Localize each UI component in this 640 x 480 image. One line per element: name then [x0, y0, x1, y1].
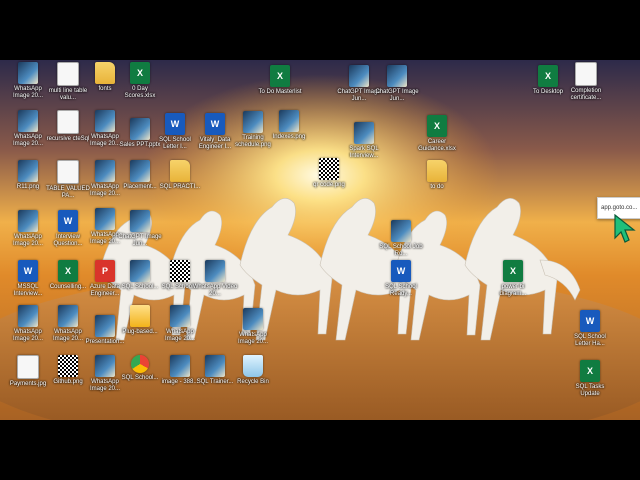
image-file-icon — [95, 160, 115, 182]
desktop-icon[interactable]: Indexes.png — [266, 110, 312, 141]
word-file-icon: W — [391, 260, 411, 282]
desktop-icon[interactable]: ChatGPT Image Jun... — [117, 210, 163, 248]
image-file-icon — [95, 355, 115, 377]
desktop-icon-label: qr code.png — [313, 182, 345, 188]
desktop-icon-label: SQL School Ready... — [385, 284, 417, 297]
desktop-icon[interactable]: SQL School Job Ro... — [378, 220, 424, 258]
folder-icon — [170, 160, 190, 182]
excel-file-icon: X — [503, 260, 523, 282]
desktop-icon-label: WhatsApp Image 20... — [164, 329, 196, 342]
image-file-icon — [58, 305, 78, 327]
desktop-icon[interactable]: X SQL Tasks Update — [567, 360, 613, 398]
word-file-icon: W — [165, 113, 185, 135]
desktop-icon-label: To Do Masterlist — [258, 89, 302, 95]
image-file-icon — [18, 62, 38, 84]
desktop-icon-label: SQL PRACTI... — [159, 184, 201, 190]
desktop-icon[interactable]: W SQL School Ready... — [378, 260, 424, 298]
image-file-icon — [18, 110, 38, 132]
image-file-icon — [130, 260, 150, 282]
desktop-icon[interactable]: WhatsApp Image 20... — [157, 305, 203, 343]
document-file-icon — [57, 160, 79, 184]
desktop-icon[interactable]: Spark SQL Interview... — [341, 122, 387, 160]
image-file-icon — [95, 208, 115, 230]
qr-code-icon — [58, 355, 78, 377]
qr-code-icon — [170, 260, 190, 282]
pdf-file-icon: P — [95, 260, 115, 282]
excel-file-icon: X — [538, 65, 558, 87]
excel-file-icon: X — [58, 260, 78, 282]
desktop-icon[interactable]: W SQL School Letter Ha... — [567, 310, 613, 348]
desktop-icon[interactable]: Completion certificate... — [563, 62, 609, 102]
desktop-icon-label: 0 Day Scores.xlsx — [124, 86, 156, 99]
qr-code-icon — [319, 158, 339, 180]
desktop-icon[interactable]: qr code.png — [306, 158, 352, 189]
desktop-icon-label: ChatGPT Image Jun... — [118, 234, 162, 247]
desktop-icon-label: SQL Tasks Update — [575, 384, 605, 397]
desktop-icon-label: Career Guidance.xlsx — [418, 139, 456, 152]
desktop-icon[interactable]: ChatGPT Image Jun... — [374, 65, 420, 103]
desktop-icon[interactable]: X Career Guidance.xlsx — [414, 115, 460, 153]
image-file-icon — [354, 122, 374, 144]
desktop-icon-label: Completion certificate... — [570, 88, 602, 101]
image-file-icon — [205, 355, 225, 377]
excel-file-icon: X — [130, 62, 150, 84]
image-file-icon — [391, 220, 411, 242]
desktop-icon-label: to do — [430, 184, 444, 190]
image-file-icon — [170, 355, 190, 377]
desktop-icon[interactable]: WhatsApp Image 20... — [230, 308, 276, 346]
image-file-icon — [243, 111, 263, 133]
word-file-icon: W — [58, 210, 78, 232]
folder-icon — [427, 160, 447, 182]
document-file-icon — [57, 62, 79, 86]
word-file-icon: W — [18, 260, 38, 282]
image-file-icon — [387, 65, 407, 87]
desktop-icon-label: WhatsApp Image 20... — [237, 332, 269, 345]
image-file-icon — [349, 65, 369, 87]
desktop-icon[interactable]: to do — [414, 160, 460, 191]
excel-file-icon: X — [427, 115, 447, 137]
document-file-icon — [17, 355, 39, 379]
popup-text: app.goto.co... — [601, 205, 638, 211]
image-file-icon — [243, 308, 263, 330]
word-file-icon: W — [205, 113, 225, 135]
desktop-icon[interactable]: X To Do Masterlist — [257, 65, 303, 96]
image-file-icon — [18, 160, 38, 182]
folder-icon — [95, 62, 115, 84]
desktop-icon-label: SQL School Letter Ha... — [574, 334, 606, 347]
image-file-icon — [95, 315, 115, 337]
desktop-screen: WhatsApp Image 20... multi line table val… — [0, 60, 640, 420]
image-file-icon — [95, 110, 115, 132]
desktop-icon-label: SQL School Job Ro... — [379, 244, 423, 257]
desktop-icon[interactable]: Recycle Bin — [230, 355, 276, 386]
image-file-icon — [130, 118, 150, 140]
zip-file-icon — [130, 305, 150, 327]
desktop-icon[interactable]: Xpower bi diagram... — [490, 260, 536, 298]
word-file-icon: W — [580, 310, 600, 332]
excel-file-icon: X — [580, 360, 600, 382]
image-file-icon — [130, 160, 150, 182]
desktop-icon-label: WhatsApp Video 20... — [192, 284, 238, 297]
desktop-icon-label: ChatGPT Image Jun... — [375, 89, 419, 102]
document-file-icon — [57, 110, 79, 134]
image-file-icon — [130, 210, 150, 232]
mouse-cursor-icon — [614, 214, 636, 243]
document-file-icon — [575, 62, 597, 86]
desktop-icon-grid: WhatsApp Image 20... multi line table val… — [0, 60, 640, 420]
image-file-icon — [279, 110, 299, 132]
desktop-icon-label: Presentation... — [85, 339, 125, 345]
image-file-icon — [18, 305, 38, 327]
desktop-icon-label: Recycle Bin — [237, 379, 269, 385]
desktop-icon[interactable]: SQL PRACTI... — [157, 160, 203, 191]
image-file-icon — [170, 305, 190, 327]
recycle-bin-icon — [243, 355, 263, 377]
image-file-icon — [205, 260, 225, 282]
desktop-icon-label: Indexes.png — [272, 134, 306, 140]
chrome-icon — [131, 355, 149, 373]
desktop-icon[interactable]: WhatsApp Video 20... — [192, 260, 238, 298]
image-file-icon — [18, 210, 38, 232]
excel-file-icon: X — [270, 65, 290, 87]
desktop-icon[interactable]: X 0 Day Scores.xlsx — [117, 62, 163, 100]
desktop-icon-label: power bi diagram... — [499, 284, 527, 297]
